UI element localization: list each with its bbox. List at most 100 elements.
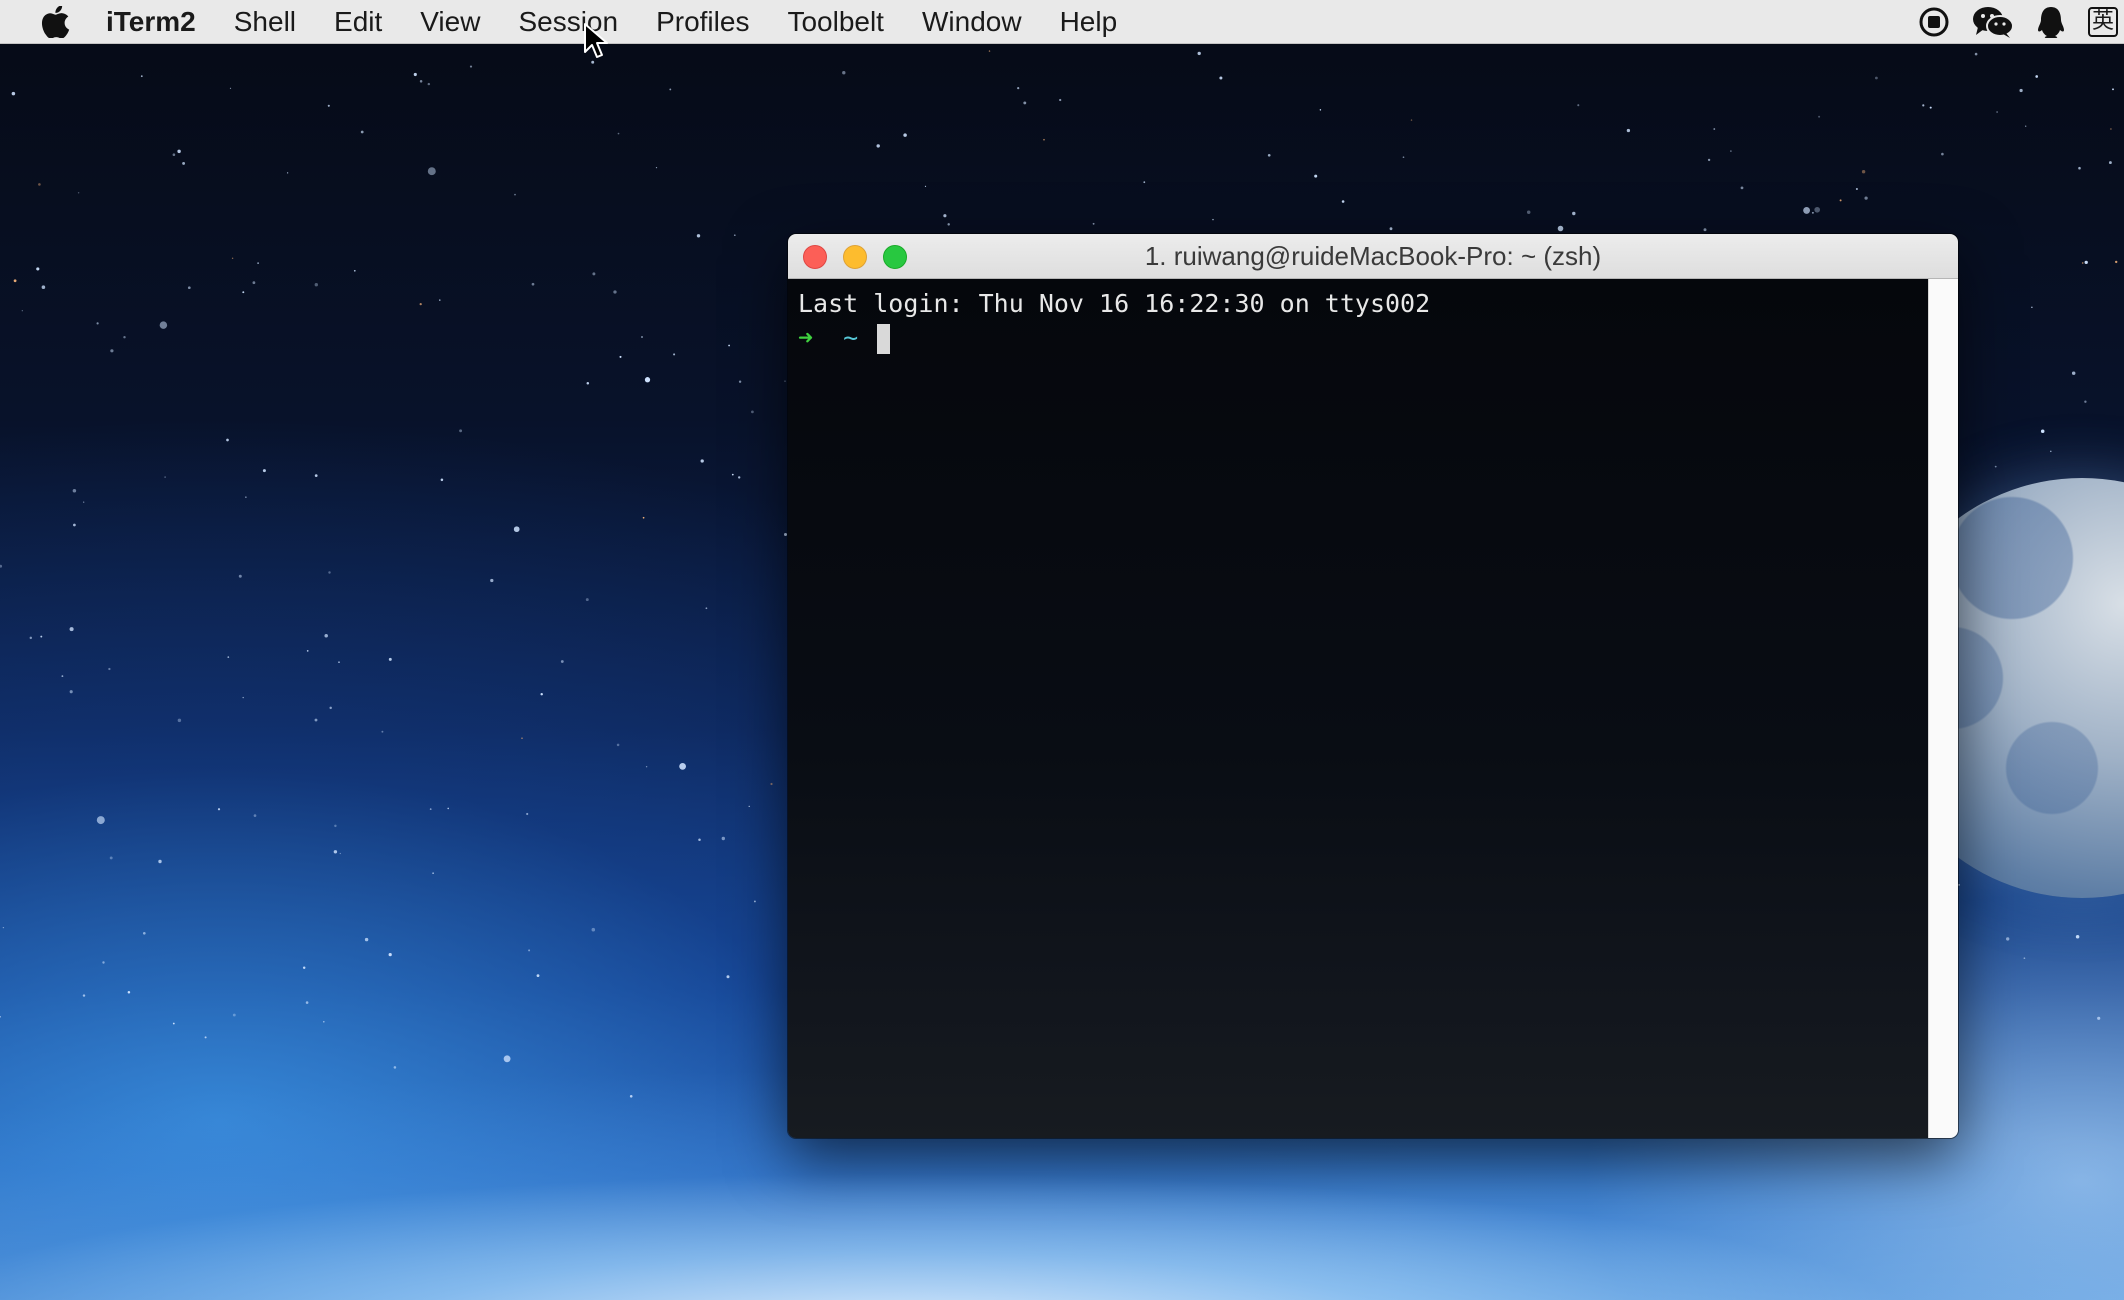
star (2035, 75, 2039, 78)
star (262, 469, 266, 473)
star (988, 50, 991, 52)
star (252, 281, 256, 285)
star (204, 1036, 207, 1039)
screen-record-icon[interactable] (1918, 6, 1950, 38)
star (733, 234, 736, 237)
star (2112, 88, 2114, 91)
terminal-scrollbar[interactable] (1928, 279, 1958, 1138)
menu-toolbelt[interactable]: Toolbelt (787, 0, 884, 44)
star (333, 850, 338, 854)
star (182, 161, 186, 165)
star (2031, 306, 2033, 308)
star (698, 838, 701, 841)
menu-help[interactable]: Help (1060, 0, 1118, 44)
menu-view[interactable]: View (420, 0, 480, 44)
star (459, 429, 463, 433)
star (591, 60, 595, 64)
star (245, 496, 247, 498)
star (429, 808, 432, 810)
star (159, 321, 168, 329)
star (257, 262, 259, 264)
star (2050, 450, 2052, 453)
star (2109, 128, 2112, 130)
star (617, 132, 620, 135)
star (108, 667, 111, 671)
star (41, 285, 46, 289)
star (232, 1013, 236, 1017)
star (705, 607, 708, 610)
star (177, 718, 182, 723)
star (842, 71, 846, 75)
star (227, 656, 230, 658)
star (339, 852, 341, 855)
star (439, 299, 441, 301)
star (2084, 260, 2088, 265)
star (2006, 937, 2010, 941)
menu-window[interactable]: Window (922, 0, 1022, 44)
input-method-icon[interactable]: 英 (2088, 7, 2124, 37)
menu-edit[interactable]: Edit (334, 0, 382, 44)
terminal-content[interactable]: Last login: Thu Nov 16 16:22:30 on ttys0… (788, 279, 1928, 1138)
star (2025, 125, 2027, 127)
star (2075, 935, 2080, 939)
star (1994, 465, 1997, 468)
iterm2-window[interactable]: 1. ruiwang@ruideMacBook-Pro: ~ (zsh) Las… (788, 234, 1958, 1138)
star (784, 380, 786, 382)
star (305, 1001, 309, 1004)
star (876, 144, 880, 148)
star (1730, 150, 1732, 152)
star (669, 88, 672, 91)
apple-menu-icon[interactable] (40, 5, 70, 38)
star (364, 937, 369, 942)
star (1974, 52, 1978, 56)
last-login-line: Last login: Thu Nov 16 16:22:30 on ttys0… (798, 289, 1431, 318)
star (1818, 115, 1821, 118)
star (1219, 76, 1223, 80)
star (1855, 187, 1858, 191)
star (328, 571, 331, 574)
menu-app-iterm2[interactable]: iTerm2 (106, 0, 196, 44)
star (2078, 166, 2081, 170)
star (432, 872, 434, 874)
menu-profiles[interactable]: Profiles (656, 0, 749, 44)
star (1314, 174, 1318, 178)
star (645, 766, 648, 768)
star (619, 355, 622, 358)
star (1092, 222, 1095, 225)
star (427, 167, 436, 176)
star (327, 104, 330, 107)
star (1017, 87, 1020, 90)
star (11, 91, 16, 96)
star (286, 172, 289, 174)
text-cursor (877, 324, 891, 354)
star (72, 488, 77, 493)
star (388, 952, 392, 957)
star (2040, 429, 2045, 434)
star (314, 718, 318, 722)
star (1526, 210, 1531, 215)
qq-penguin-icon[interactable] (2036, 5, 2066, 39)
star (2071, 371, 2076, 375)
star (514, 193, 516, 196)
star (242, 696, 244, 699)
menu-shell[interactable]: Shell (234, 0, 296, 44)
prompt-arrow-icon: ➜ (798, 323, 814, 352)
star (1814, 206, 1821, 213)
star (229, 87, 232, 89)
star (673, 353, 676, 356)
star (526, 812, 529, 816)
star (2115, 260, 2118, 264)
star (731, 473, 734, 476)
star (238, 574, 242, 578)
window-titlebar[interactable]: 1. ruiwang@ruideMacBook-Pro: ~ (zsh) (788, 234, 1958, 279)
star (427, 82, 431, 86)
star (1929, 106, 1932, 109)
star (560, 660, 564, 663)
star (419, 302, 422, 306)
star (540, 692, 543, 696)
star (217, 808, 221, 811)
star (531, 282, 535, 286)
star (1713, 128, 1716, 130)
star (306, 650, 309, 652)
wechat-icon[interactable] (1972, 5, 2014, 39)
